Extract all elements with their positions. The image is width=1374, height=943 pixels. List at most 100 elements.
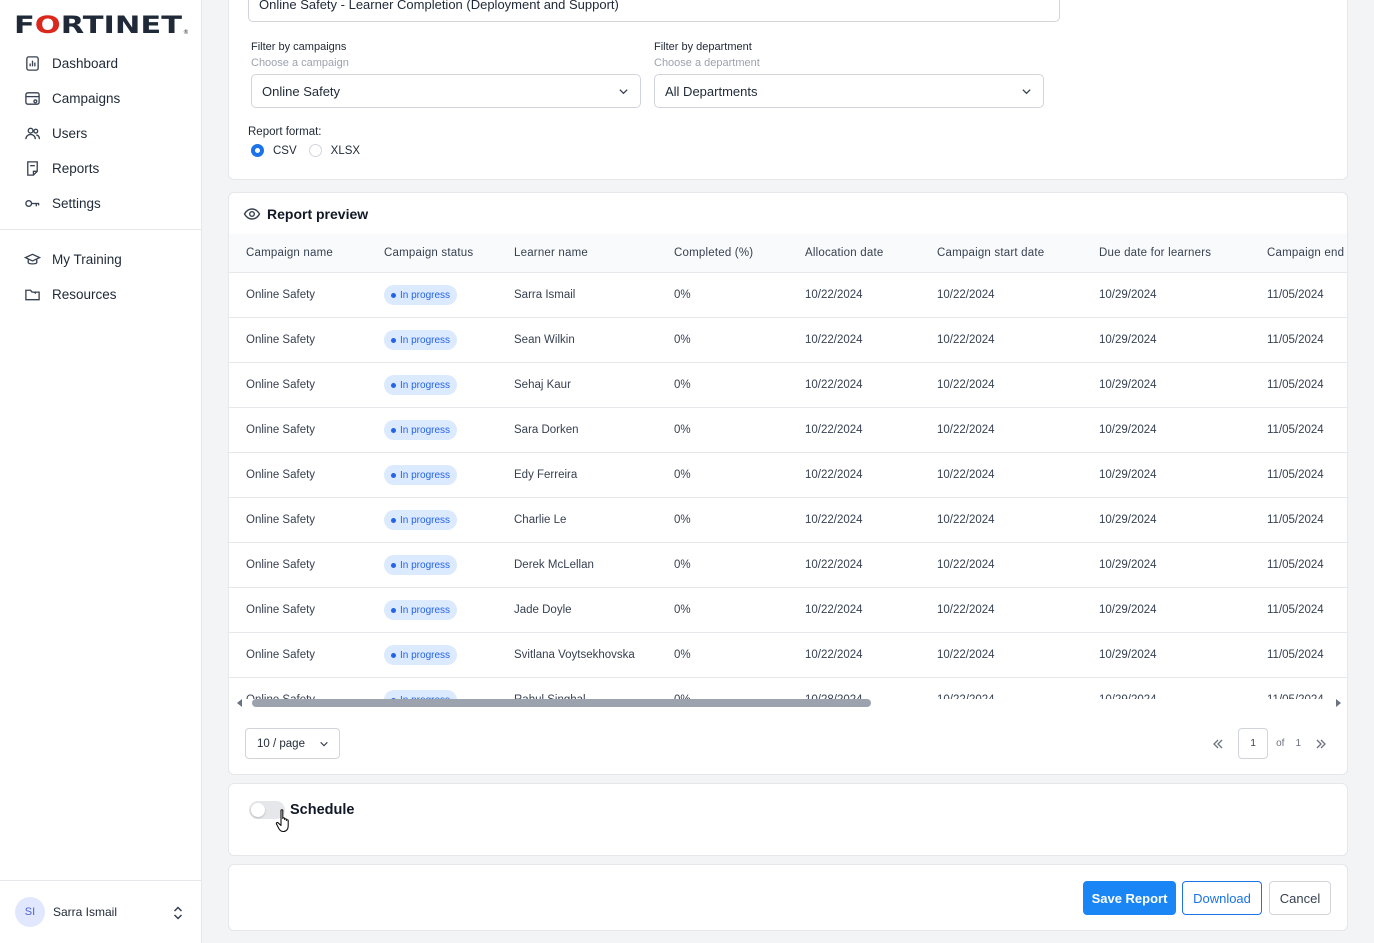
table-cell: Jade Doyle <box>497 587 657 633</box>
table-cell: Online Safety <box>229 407 367 453</box>
table-cell: 10/22/2024 <box>920 632 1082 678</box>
hand-cursor-icon <box>275 809 289 833</box>
page-number-input[interactable]: 1 <box>1238 728 1269 759</box>
sidebar-item-label: My Training <box>52 252 122 267</box>
department-select[interactable]: All Departments <box>654 74 1044 108</box>
sidebar-item-label: Dashboard <box>52 56 119 71</box>
total-pages: 1 <box>1295 738 1301 749</box>
save-report-button[interactable]: Save Report <box>1083 881 1176 915</box>
fortinet-logo[interactable]: FORTINET ® <box>14 14 188 36</box>
table-cell: Rahul Singhal <box>497 677 657 699</box>
status-badge: In progress <box>384 330 458 350</box>
horizontal-scrollbar[interactable] <box>229 697 1347 709</box>
status-dot <box>391 517 396 523</box>
sidebar-item-label: Reports <box>52 161 100 176</box>
table-cell: Online Safety <box>229 632 367 678</box>
table-cell: Online Safety <box>229 362 367 408</box>
table-cell: 0% <box>657 272 788 318</box>
scrollbar-thumb[interactable] <box>252 699 871 707</box>
page-size-select[interactable]: 10 / page <box>245 728 340 759</box>
preview-table: Campaign name Campaign status Learner na… <box>229 234 1347 699</box>
status-badge: In progress <box>384 510 458 530</box>
table-cell: 11/05/2024 <box>1250 542 1347 588</box>
table-cell: 11/05/2024 <box>1250 497 1347 543</box>
table-row[interactable]: Online Safety In progress Sean Wilkin 0% 10/… <box>229 317 1347 363</box>
sidebar-item-label: Campaigns <box>52 91 121 106</box>
sidebar-item-my-training[interactable]: My Training <box>0 242 202 277</box>
secondary-nav: My Training Resources <box>0 242 202 312</box>
last-page-icon[interactable] <box>1313 736 1329 752</box>
department-select-value: All Departments <box>665 83 758 99</box>
table-cell: 0% <box>657 632 788 678</box>
table-row[interactable]: Online Safety In progress Derek McLellan 0%… <box>229 542 1347 588</box>
table-row[interactable]: Online SafetyIn progressRahul Singhal0%1… <box>229 677 1347 699</box>
csv-radio[interactable] <box>251 144 264 157</box>
table-cell: 0% <box>657 587 788 633</box>
report-format-options: CSV XLSX <box>251 144 360 157</box>
first-page-icon[interactable] <box>1210 736 1226 752</box>
table-row[interactable]: Online Safety In progress Edy Ferreira 0% 10… <box>229 452 1347 498</box>
sidebar-item-dashboard[interactable]: Dashboard <box>0 46 202 81</box>
column-header[interactable]: Campaign end <box>1250 234 1347 273</box>
table-cell: 0% <box>657 542 788 588</box>
table-cell: 0% <box>657 407 788 453</box>
status-badge: In progress <box>384 420 458 440</box>
column-header[interactable]: Campaign status <box>367 234 497 273</box>
xlsx-radio[interactable] <box>308 144 322 157</box>
status-badge: In progress <box>384 600 458 620</box>
scroll-right-arrow[interactable] <box>1336 699 1341 707</box>
sidebar: FORTINET ® Dashboard Campaigns Users Rep… <box>0 0 202 943</box>
table-row[interactable]: Online Safety In progress Jade Doyle 0% 10/2… <box>229 587 1347 633</box>
table-row[interactable]: Online Safety In progress Sarra Ismail 0% 10… <box>229 272 1347 318</box>
sidebar-item-reports[interactable]: Reports <box>0 151 202 186</box>
table-cell: 10/22/2024 <box>788 317 920 363</box>
status-dot <box>391 607 396 613</box>
download-button[interactable]: Download <box>1182 881 1262 915</box>
status-dot <box>391 562 396 568</box>
column-header[interactable]: Completed (%) <box>657 234 788 273</box>
table-cell: 10/22/2024 <box>788 452 920 498</box>
report-title-input[interactable]: Online Safety - Learner Completion (Depl… <box>248 0 1060 22</box>
sidebar-item-label: Resources <box>52 287 117 302</box>
column-header[interactable]: Allocation date <box>788 234 920 273</box>
table-cell: 10/29/2024 <box>1082 497 1250 543</box>
report-preview-card: Report preview Campaign name Campaign st… <box>228 192 1348 775</box>
table-row[interactable]: Online Safety In progress Charlie Le 0% 10/2… <box>229 497 1347 543</box>
table-row[interactable]: Online Safety In progress Svitlana Voytsek… <box>229 632 1347 678</box>
cancel-button[interactable]: Cancel <box>1269 881 1331 915</box>
sidebar-item-settings[interactable]: Settings <box>0 186 202 221</box>
xlsx-label: XLSX <box>330 144 361 157</box>
column-header[interactable]: Due date for learners <box>1082 234 1250 273</box>
column-header[interactable]: Campaign name <box>229 234 367 273</box>
table-cell: 10/29/2024 <box>1082 542 1250 588</box>
user-menu[interactable]: SI Sarra Ismail <box>0 880 202 943</box>
table-cell: Online Safety <box>229 452 367 498</box>
table-row[interactable]: Online Safety In progress Sehaj Kaur 0% 10/2… <box>229 362 1347 408</box>
primary-nav: Dashboard Campaigns Users Reports Settin… <box>0 46 202 221</box>
campaign-select-value: Online Safety <box>262 83 341 99</box>
table-cell: Sara Dorken <box>497 407 657 453</box>
table-cell: Online Safety <box>229 272 367 318</box>
table-cell: 10/22/2024 <box>788 362 920 408</box>
table-cell: 10/28/2024 <box>788 677 920 699</box>
table-cell: 10/22/2024 <box>920 497 1082 543</box>
table-cell: 10/22/2024 <box>788 587 920 633</box>
table-row[interactable]: Online Safety In progress Sara Dorken 0% 10/… <box>229 407 1347 453</box>
schedule-label: Schedule <box>290 802 355 818</box>
campaign-select[interactable]: Online Safety <box>251 74 641 108</box>
chevron-up-down-icon[interactable] <box>172 905 184 921</box>
status-badge: In progress <box>384 555 458 575</box>
sidebar-item-users[interactable]: Users <box>0 116 202 151</box>
schedule-card: Schedule <box>228 783 1348 856</box>
column-header[interactable]: Campaign start date <box>920 234 1082 273</box>
table-cell: 10/22/2024 <box>788 497 920 543</box>
sidebar-item-resources[interactable]: Resources <box>0 277 202 312</box>
table-cell: Charlie Le <box>497 497 657 543</box>
dashboard-icon <box>26 56 39 71</box>
table-cell: 0% <box>657 677 788 699</box>
column-header[interactable]: Learner name <box>497 234 657 273</box>
status-text: In progress <box>400 424 451 436</box>
sidebar-item-campaigns[interactable]: Campaigns <box>0 81 202 116</box>
scroll-left-arrow[interactable] <box>237 699 242 707</box>
logo-text: FORTINET <box>14 14 183 36</box>
